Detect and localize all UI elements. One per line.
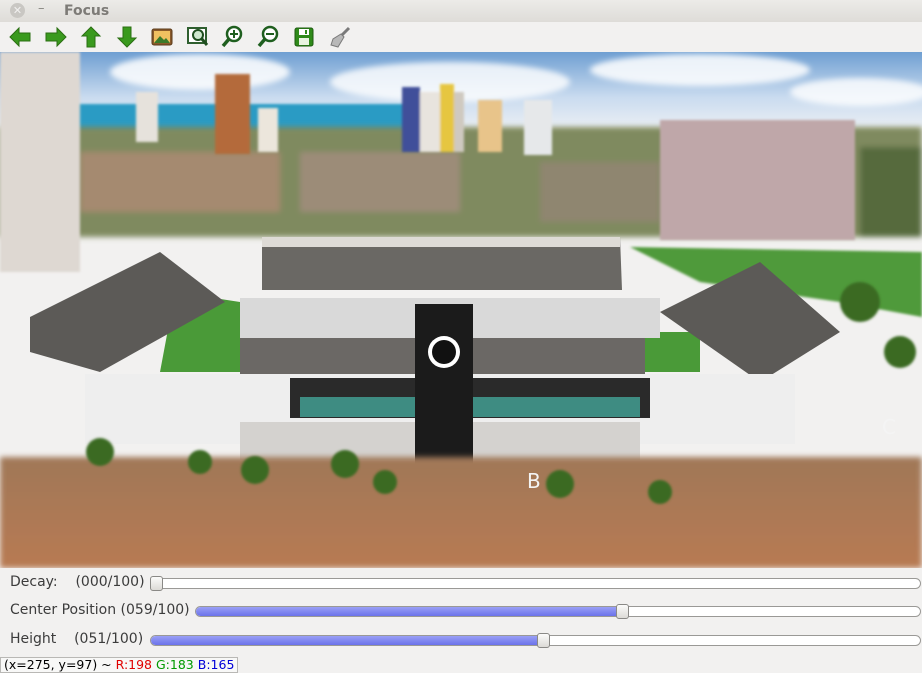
zoom-in-button[interactable] — [221, 25, 245, 49]
center-value: (059/100) — [120, 602, 190, 618]
close-button[interactable]: ✕ — [10, 3, 25, 18]
stadium-photo: B C — [0, 52, 922, 568]
show-image-button[interactable] — [150, 25, 174, 49]
cursor-coords: (x=275, y=97) ~ — [4, 657, 112, 672]
height-label: Height — [10, 631, 57, 647]
pixel-red-value: R:198 — [115, 657, 153, 672]
image-viewport[interactable]: B C — [0, 52, 922, 568]
decay-value: (000/100) — [75, 574, 145, 590]
brush-icon — [329, 26, 350, 48]
center-slider-row: Center Position (059/100) — [0, 600, 922, 622]
app-window: ✕ – Focus B C Decay: (000/100) Center Po… — [0, 0, 922, 673]
decay-label-group: Decay: (000/100) — [10, 574, 145, 590]
decay-slider-row: Decay: (000/100) — [0, 572, 922, 594]
decay-slider[interactable] — [150, 578, 921, 589]
image-letter-b: B — [527, 469, 541, 493]
pan-left-button[interactable] — [8, 25, 32, 49]
toolbar — [0, 22, 922, 52]
center-slider-fill — [196, 607, 624, 616]
save-icon — [294, 27, 314, 47]
pixel-blue-value: B:165 — [197, 657, 235, 672]
pixel-green-value: G:183 — [156, 657, 194, 672]
clear-button[interactable] — [328, 25, 352, 49]
zoom-out-icon — [257, 25, 278, 48]
height-slider-fill — [151, 636, 545, 645]
height-label-group: Height (051/100) — [10, 631, 143, 647]
arrow-down-icon — [116, 26, 137, 48]
height-slider[interactable] — [150, 635, 921, 646]
arrow-left-icon — [9, 26, 31, 48]
pan-up-button[interactable] — [79, 25, 103, 49]
arrow-right-icon — [45, 26, 67, 48]
height-value: (051/100) — [74, 631, 144, 647]
center-slider-thumb[interactable] — [616, 604, 629, 619]
height-slider-row: Height (051/100) — [0, 629, 922, 651]
decay-label: Decay: — [10, 574, 58, 590]
save-button[interactable] — [292, 25, 316, 49]
image-icon — [151, 28, 173, 46]
zoom-fit-icon — [186, 27, 208, 46]
decay-slider-thumb[interactable] — [150, 576, 163, 591]
zoom-in-icon — [221, 25, 243, 48]
arrow-up-icon — [80, 26, 102, 48]
center-label-group: Center Position (059/100) — [10, 602, 190, 618]
center-label: Center Position — [10, 602, 117, 618]
pan-right-button[interactable] — [44, 25, 68, 49]
center-position-slider[interactable] — [195, 606, 921, 617]
zoom-out-button[interactable] — [257, 25, 281, 49]
pan-down-button[interactable] — [115, 25, 139, 49]
status-bar: (x=275, y=97) ~ R:198 G:183 B:165 — [0, 657, 239, 673]
image-letter-c: C — [882, 415, 896, 439]
minimize-button[interactable]: – — [38, 1, 45, 16]
window-title: Focus — [64, 3, 110, 19]
height-slider-thumb[interactable] — [537, 633, 550, 648]
zoom-fit-button[interactable] — [186, 25, 210, 49]
title-bar: ✕ – Focus — [0, 0, 922, 22]
